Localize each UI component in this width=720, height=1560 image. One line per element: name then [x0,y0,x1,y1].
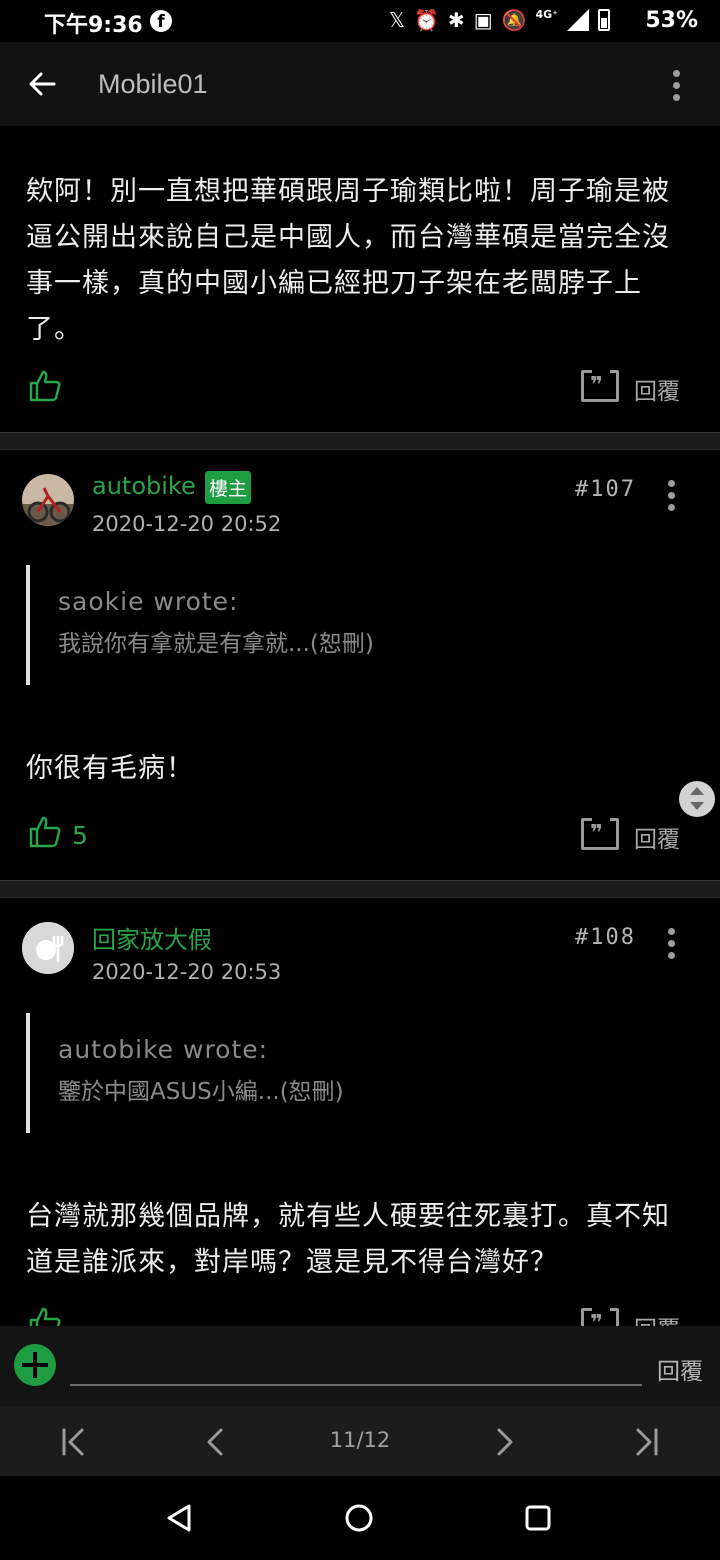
post-date: 2020-12-20 20:52 [92,512,282,536]
post-body: 欸阿！別一直想把華碩跟周子瑜類比啦！周子瑜是被逼公開出來說自己是中國人，而台灣華… [26,176,670,345]
system-nav-bar [0,1476,720,1560]
fast-scroll-handle[interactable] [679,781,715,817]
x-icon: 𝕏 [388,8,406,32]
thread-content[interactable]: 欸阿！別一直想把華碩跟周子瑜類比啦！周子瑜是被逼公開出來說自己是中國人，而台灣華… [0,126,720,1326]
next-page-icon[interactable] [484,1422,524,1462]
status-bar: 下午9:36 f 𝕏 ⏰ ✱ ▣ 🔕 4G⁺ 53% [0,0,720,42]
reply-icon[interactable]: ❞ [581,1305,619,1326]
floor-number: #108 [575,925,636,950]
post-options-icon[interactable] [668,480,676,516]
like-icon[interactable] [28,815,62,849]
alarm-icon: ⏰ [414,8,439,32]
quote-block: autobike wrote: 鑒於中國ASUS小編...(恕刪) [26,1013,686,1133]
facebook-icon: f [150,10,172,32]
page-indicator[interactable]: 11/12 [300,1428,420,1452]
previous-page-icon[interactable] [196,1422,236,1462]
like-icon[interactable] [28,1306,62,1326]
nav-recents-icon[interactable] [518,1498,558,1538]
avatar[interactable] [22,474,74,526]
op-badge: 樓主 [205,471,252,504]
reply-link[interactable]: 回覆 [634,820,680,854]
quote-text: 鑒於中國ASUS小編...(恕刪) [58,1079,344,1105]
mute-icon: 🔕 [501,8,527,32]
app-title: Mobile01 [98,69,208,99]
post: 欸阿！別一直想把華碩跟周子瑜類比啦！周子瑜是被逼公開出來說自己是中國人，而台灣華… [0,126,720,431]
nfc-icon: ▣ [473,8,493,32]
post-options-icon[interactable] [668,928,676,964]
first-page-icon[interactable] [52,1422,92,1462]
author-name[interactable]: autobike [92,472,196,500]
reply-input[interactable] [70,1348,642,1386]
like-count: 5 [72,821,88,850]
add-attachment-button[interactable] [14,1344,56,1386]
reply-bar: 回覆 [0,1326,720,1406]
post-body: 台灣就那幾個品牌，就有些人硬要往死裏打。真不知道是誰派來，對岸嗎？還是見不得台灣… [26,1201,670,1278]
back-arrow-icon[interactable] [26,68,58,100]
bluetooth-icon: ✱ [447,8,465,32]
post: 回家放大假 2020-12-20 20:53 #108 autobike wro… [0,898,720,1326]
author-name[interactable]: 回家放大假 [92,920,212,955]
network-type: 4G⁺ [535,7,559,21]
avatar[interactable] [22,922,74,974]
quote-block: saokie wrote: 我說你有拿就是有拿就...(恕刪) [26,565,686,685]
app-bar: Mobile01 [0,42,720,126]
quote-author: autobike wrote: [58,1035,269,1064]
reply-link[interactable]: 回覆 [634,1310,680,1326]
quote-author: saokie wrote: [58,587,239,616]
post-body: 你很有毛病！ [26,753,194,784]
post-divider [0,432,720,450]
like-icon[interactable] [28,369,62,403]
post-date: 2020-12-20 20:53 [92,960,282,984]
quote-text: 我說你有拿就是有拿就...(恕刪) [58,631,374,657]
nav-home-icon[interactable] [339,1498,379,1538]
reply-link[interactable]: 回覆 [634,372,680,406]
post: autobike 樓主 2020-12-20 20:52 #107 saokie… [0,450,720,878]
signal-icon [567,9,589,31]
battery-percent: 53% [645,8,698,33]
last-page-icon[interactable] [628,1422,668,1462]
status-time: 下午9:36 [44,13,143,38]
more-options-icon[interactable] [673,70,681,106]
reply-icon[interactable]: ❞ [581,367,619,402]
pagination-bar: 11/12 [0,1406,720,1476]
floor-number: #107 [575,477,636,502]
reply-send-button[interactable]: 回覆 [657,1352,703,1386]
battery-icon [598,9,610,31]
reply-icon[interactable]: ❞ [581,815,619,850]
post-divider [0,880,720,898]
nav-back-icon[interactable] [159,1498,199,1538]
status-icons: 𝕏 ⏰ ✱ ▣ 🔕 4G⁺ [389,8,610,32]
